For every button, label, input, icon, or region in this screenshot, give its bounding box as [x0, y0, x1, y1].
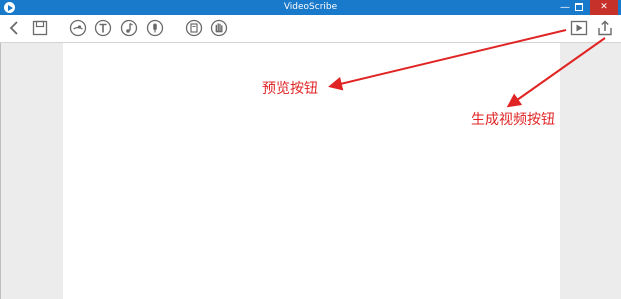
- maximize-icon: [575, 3, 583, 11]
- music-icon: [120, 19, 138, 37]
- add-image-button[interactable]: [69, 19, 87, 37]
- voiceover-icon: [146, 19, 164, 37]
- hand-icon: [210, 19, 228, 37]
- preview-icon: [570, 20, 588, 36]
- add-music-button[interactable]: [120, 19, 138, 37]
- back-icon: [9, 21, 18, 35]
- image-icon: [69, 19, 87, 37]
- minimize-button[interactable]: —: [558, 0, 572, 15]
- close-button[interactable]: ✕: [590, 0, 618, 15]
- voiceover-button[interactable]: [146, 19, 164, 37]
- title-bar: VideoScribe — ✕: [0, 0, 621, 15]
- text-icon: [94, 19, 112, 37]
- save-icon: [32, 20, 48, 36]
- share-button[interactable]: [596, 19, 614, 37]
- preview-button[interactable]: [570, 19, 588, 37]
- toolbar: [0, 15, 621, 43]
- back-button[interactable]: [6, 19, 24, 37]
- share-icon: [598, 20, 612, 36]
- maximize-button[interactable]: [572, 0, 586, 15]
- background-button[interactable]: [185, 19, 203, 37]
- generate-video-annotation: 生成视频按钮: [471, 112, 555, 128]
- add-text-button[interactable]: [94, 19, 112, 37]
- background-icon: [185, 19, 203, 37]
- window-title: VideoScribe: [283, 2, 338, 12]
- preview-button-annotation: 预览按钮: [262, 81, 318, 97]
- save-button[interactable]: [31, 19, 49, 37]
- hand-button[interactable]: [210, 19, 228, 37]
